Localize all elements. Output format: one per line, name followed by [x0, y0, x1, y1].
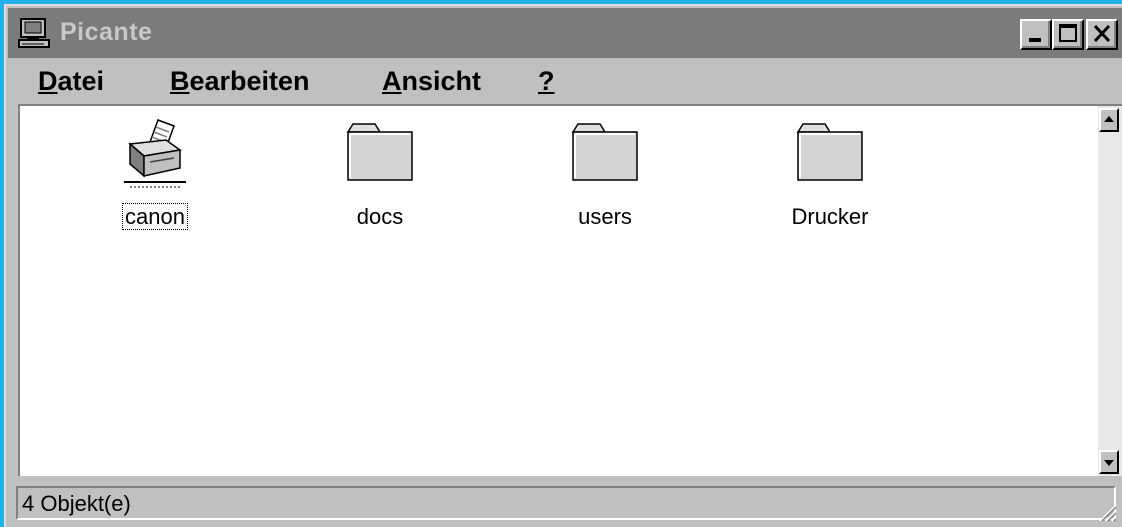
- list-item-docs[interactable]: docs: [305, 118, 455, 229]
- folder-icon: [346, 123, 413, 181]
- item-label: docs: [356, 204, 404, 229]
- status-bar: 4 Objekt(e): [8, 478, 1122, 527]
- item-label: canon: [122, 203, 188, 230]
- maximize-button[interactable]: [1052, 19, 1084, 50]
- scroll-down-button[interactable]: [1099, 450, 1119, 474]
- minimize-button[interactable]: [1020, 19, 1052, 50]
- menu-bearbeiten[interactable]: Bearbeiten: [170, 66, 310, 97]
- window-title: Picante: [60, 18, 153, 46]
- file-list-view[interactable]: canon docs users Drucker: [18, 104, 1098, 476]
- folder-icon: [571, 123, 638, 181]
- list-item-drucker[interactable]: Drucker: [755, 118, 905, 229]
- network-computer-icon: [18, 18, 50, 48]
- item-label: users: [578, 204, 632, 229]
- menu-datei-label: atei: [57, 66, 105, 96]
- menu-bearbeiten-label: earbeiten: [189, 66, 310, 96]
- title-bar[interactable]: Picante: [8, 8, 1122, 58]
- close-icon: [1093, 24, 1111, 43]
- menu-help-label: ?: [538, 66, 555, 96]
- menu-bearbeiten-accelerator: B: [170, 66, 190, 96]
- menu-ansicht[interactable]: Ansicht: [382, 66, 481, 97]
- close-button[interactable]: [1086, 19, 1118, 50]
- vertical-scrollbar[interactable]: [1098, 104, 1122, 476]
- status-pane: 4 Objekt(e): [16, 486, 1116, 520]
- resize-grip-icon[interactable]: [1096, 501, 1118, 523]
- arrow-down-icon: [1104, 460, 1114, 466]
- menu-ansicht-label: nsicht: [401, 66, 482, 96]
- explorer-window: Picante Datei Bearbeiten Ansicht ? canon…: [4, 4, 1122, 527]
- arrow-up-icon: [1104, 116, 1114, 122]
- item-label: Drucker: [791, 204, 869, 229]
- folder-icon: [796, 123, 863, 181]
- list-item-users[interactable]: users: [530, 118, 680, 229]
- menu-help[interactable]: ?: [538, 66, 555, 97]
- menu-datei[interactable]: Datei: [38, 66, 104, 97]
- menu-bar: Datei Bearbeiten Ansicht ?: [8, 58, 1122, 104]
- scroll-up-button[interactable]: [1099, 108, 1119, 132]
- list-item-canon[interactable]: canon: [80, 118, 230, 230]
- object-count: 4 Objekt(e): [22, 491, 131, 516]
- menu-ansicht-accelerator: A: [382, 66, 402, 96]
- menu-datei-accelerator: D: [38, 66, 58, 96]
- maximize-icon: [1059, 24, 1077, 42]
- printer-icon: [124, 119, 186, 188]
- minimize-icon: [1029, 38, 1041, 42]
